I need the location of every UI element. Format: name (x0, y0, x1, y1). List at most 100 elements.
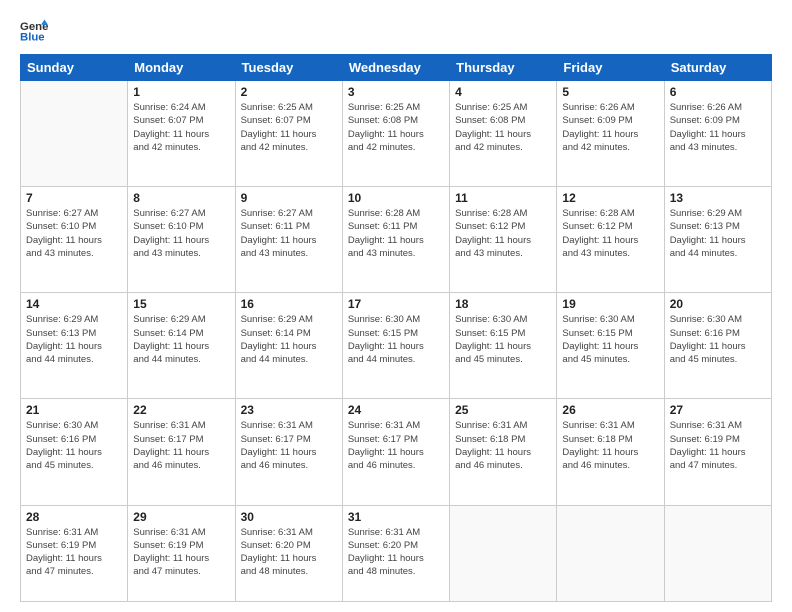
calendar-cell (450, 505, 557, 602)
header: General Blue (20, 16, 772, 44)
calendar-cell: 1 Sunrise: 6:24 AMSunset: 6:07 PMDaylight… (128, 81, 235, 187)
day-number: 13 (670, 191, 766, 205)
calendar-cell: 27 Sunrise: 6:31 AMSunset: 6:19 PMDayligh… (664, 399, 771, 505)
day-number: 1 (133, 85, 229, 99)
day-number: 14 (26, 297, 122, 311)
calendar-cell: 23Sunrise: 6:31 AMSunset: 6:17 PMDayligh… (235, 399, 342, 505)
calendar-cell: 3 Sunrise: 6:25 AMSunset: 6:08 PMDaylight… (342, 81, 449, 187)
day-number: 9 (241, 191, 337, 205)
day-number: 31 (348, 510, 444, 524)
day-number: 19 (562, 297, 658, 311)
calendar-cell (557, 505, 664, 602)
calendar-cell: 18 Sunrise: 6:30 AMSunset: 6:15 PMDayligh… (450, 293, 557, 399)
day-number: 5 (562, 85, 658, 99)
calendar-cell: 26 Sunrise: 6:31 AMSunset: 6:18 PMDayligh… (557, 399, 664, 505)
day-info: Sunrise: 6:24 AMSunset: 6:07 PMDaylight:… (133, 101, 229, 154)
weekday-header-wednesday: Wednesday (342, 55, 449, 81)
calendar-cell: 16 Sunrise: 6:29 AMSunset: 6:14 PMDayligh… (235, 293, 342, 399)
calendar-cell: 2 Sunrise: 6:25 AMSunset: 6:07 PMDaylight… (235, 81, 342, 187)
day-number: 21 (26, 403, 122, 417)
day-info: Sunrise: 6:30 AMSunset: 6:16 PMDaylight:… (26, 419, 122, 472)
calendar-cell: 22Sunrise: 6:31 AMSunset: 6:17 PMDayligh… (128, 399, 235, 505)
calendar-cell: 21 Sunrise: 6:30 AMSunset: 6:16 PMDayligh… (21, 399, 128, 505)
calendar-cell: 5 Sunrise: 6:26 AMSunset: 6:09 PMDaylight… (557, 81, 664, 187)
calendar-cell: 13Sunrise: 6:29 AMSunset: 6:13 PMDayligh… (664, 187, 771, 293)
day-number: 18 (455, 297, 551, 311)
generalblue-icon: General Blue (20, 16, 48, 44)
weekday-header-monday: Monday (128, 55, 235, 81)
weekday-header-saturday: Saturday (664, 55, 771, 81)
calendar-cell: 7Sunrise: 6:27 AMSunset: 6:10 PMDaylight… (21, 187, 128, 293)
calendar-cell: 4Sunrise: 6:25 AMSunset: 6:08 PMDaylight… (450, 81, 557, 187)
calendar-week-row: 21 Sunrise: 6:30 AMSunset: 6:16 PMDayligh… (21, 399, 772, 505)
day-info: Sunrise: 6:31 AMSunset: 6:20 PMDaylight:… (348, 526, 444, 579)
calendar-cell: 11 Sunrise: 6:28 AMSunset: 6:12 PMDayligh… (450, 187, 557, 293)
day-info: Sunrise: 6:31 AMSunset: 6:17 PMDaylight:… (348, 419, 444, 472)
weekday-header-thursday: Thursday (450, 55, 557, 81)
calendar-cell: 29Sunrise: 6:31 AMSunset: 6:19 PMDayligh… (128, 505, 235, 602)
day-number: 17 (348, 297, 444, 311)
calendar-cell (664, 505, 771, 602)
weekday-header-friday: Friday (557, 55, 664, 81)
calendar-table: SundayMondayTuesdayWednesdayThursdayFrid… (20, 54, 772, 602)
day-number: 27 (670, 403, 766, 417)
calendar-week-row: 14 Sunrise: 6:29 AMSunset: 6:13 PMDayligh… (21, 293, 772, 399)
calendar-cell: 31 Sunrise: 6:31 AMSunset: 6:20 PMDayligh… (342, 505, 449, 602)
day-number: 3 (348, 85, 444, 99)
day-number: 10 (348, 191, 444, 205)
day-info: Sunrise: 6:31 AMSunset: 6:19 PMDaylight:… (670, 419, 766, 472)
day-number: 8 (133, 191, 229, 205)
calendar-cell: 12 Sunrise: 6:28 AMSunset: 6:12 PMDayligh… (557, 187, 664, 293)
day-number: 29 (133, 510, 229, 524)
day-info: Sunrise: 6:26 AMSunset: 6:09 PMDaylight:… (562, 101, 658, 154)
calendar-cell: 15 Sunrise: 6:29 AMSunset: 6:14 PMDayligh… (128, 293, 235, 399)
day-info: Sunrise: 6:29 AMSunset: 6:14 PMDaylight:… (133, 313, 229, 366)
weekday-header-sunday: Sunday (21, 55, 128, 81)
weekday-header-tuesday: Tuesday (235, 55, 342, 81)
day-number: 24 (348, 403, 444, 417)
day-number: 20 (670, 297, 766, 311)
day-info: Sunrise: 6:29 AMSunset: 6:13 PMDaylight:… (26, 313, 122, 366)
calendar-cell: 6 Sunrise: 6:26 AMSunset: 6:09 PMDaylight… (664, 81, 771, 187)
day-info: Sunrise: 6:25 AMSunset: 6:08 PMDaylight:… (348, 101, 444, 154)
day-info: Sunrise: 6:30 AMSunset: 6:15 PMDaylight:… (348, 313, 444, 366)
day-info: Sunrise: 6:31 AMSunset: 6:18 PMDaylight:… (562, 419, 658, 472)
day-info: Sunrise: 6:27 AMSunset: 6:10 PMDaylight:… (133, 207, 229, 260)
day-info: Sunrise: 6:28 AMSunset: 6:12 PMDaylight:… (455, 207, 551, 260)
day-number: 23 (241, 403, 337, 417)
day-number: 6 (670, 85, 766, 99)
day-info: Sunrise: 6:31 AMSunset: 6:20 PMDaylight:… (241, 526, 337, 579)
day-number: 12 (562, 191, 658, 205)
day-number: 25 (455, 403, 551, 417)
svg-text:Blue: Blue (20, 32, 45, 44)
calendar-week-row: 7Sunrise: 6:27 AMSunset: 6:10 PMDaylight… (21, 187, 772, 293)
day-number: 26 (562, 403, 658, 417)
day-number: 2 (241, 85, 337, 99)
day-info: Sunrise: 6:25 AMSunset: 6:08 PMDaylight:… (455, 101, 551, 154)
day-info: Sunrise: 6:31 AMSunset: 6:18 PMDaylight:… (455, 419, 551, 472)
day-number: 15 (133, 297, 229, 311)
calendar-cell: 10 Sunrise: 6:28 AMSunset: 6:11 PMDayligh… (342, 187, 449, 293)
day-info: Sunrise: 6:27 AMSunset: 6:11 PMDaylight:… (241, 207, 337, 260)
day-info: Sunrise: 6:30 AMSunset: 6:16 PMDaylight:… (670, 313, 766, 366)
day-info: Sunrise: 6:29 AMSunset: 6:14 PMDaylight:… (241, 313, 337, 366)
day-info: Sunrise: 6:26 AMSunset: 6:09 PMDaylight:… (670, 101, 766, 154)
day-info: Sunrise: 6:28 AMSunset: 6:11 PMDaylight:… (348, 207, 444, 260)
day-number: 11 (455, 191, 551, 205)
day-number: 30 (241, 510, 337, 524)
day-info: Sunrise: 6:31 AMSunset: 6:17 PMDaylight:… (133, 419, 229, 472)
day-info: Sunrise: 6:27 AMSunset: 6:10 PMDaylight:… (26, 207, 122, 260)
day-number: 16 (241, 297, 337, 311)
calendar-cell: 19 Sunrise: 6:30 AMSunset: 6:15 PMDayligh… (557, 293, 664, 399)
day-info: Sunrise: 6:30 AMSunset: 6:15 PMDaylight:… (455, 313, 551, 366)
calendar-cell: 8 Sunrise: 6:27 AMSunset: 6:10 PMDaylight… (128, 187, 235, 293)
calendar-cell: 24 Sunrise: 6:31 AMSunset: 6:17 PMDayligh… (342, 399, 449, 505)
calendar-week-row: 28Sunrise: 6:31 AMSunset: 6:19 PMDayligh… (21, 505, 772, 602)
calendar-cell: 28Sunrise: 6:31 AMSunset: 6:19 PMDayligh… (21, 505, 128, 602)
calendar-cell: 25 Sunrise: 6:31 AMSunset: 6:18 PMDayligh… (450, 399, 557, 505)
logo: General Blue (20, 16, 52, 44)
calendar-cell: 30 Sunrise: 6:31 AMSunset: 6:20 PMDayligh… (235, 505, 342, 602)
day-info: Sunrise: 6:25 AMSunset: 6:07 PMDaylight:… (241, 101, 337, 154)
day-info: Sunrise: 6:30 AMSunset: 6:15 PMDaylight:… (562, 313, 658, 366)
day-info: Sunrise: 6:28 AMSunset: 6:12 PMDaylight:… (562, 207, 658, 260)
